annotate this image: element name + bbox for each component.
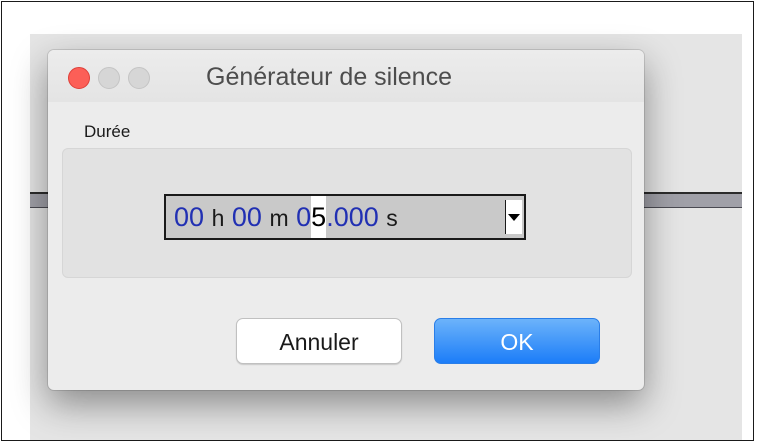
close-window-button[interactable] <box>68 67 90 89</box>
title-bar: Générateur de silence <box>48 50 644 102</box>
minutes-field[interactable]: 00 <box>232 196 262 238</box>
seconds-tens-digit[interactable]: 0 <box>296 196 311 238</box>
ok-button[interactable]: OK <box>434 318 600 364</box>
minutes-unit: m <box>269 205 289 231</box>
zoom-window-button[interactable] <box>128 67 150 89</box>
seconds-unit: s <box>386 205 398 231</box>
cancel-button[interactable]: Annuler <box>236 318 402 364</box>
seconds-fraction-field[interactable]: .000 <box>326 196 379 238</box>
silence-generator-dialog: Générateur de silence Durée 00 h 00 m 05… <box>48 50 644 390</box>
format-dropdown-arrow-icon[interactable] <box>505 200 522 234</box>
seconds-selected-digit[interactable]: 5 <box>311 196 327 238</box>
hours-unit: h <box>211 205 225 231</box>
window-title: Générateur de silence <box>206 63 452 91</box>
hours-field[interactable]: 00 <box>174 196 204 238</box>
duration-label: Durée <box>84 122 131 141</box>
duration-time-control[interactable]: 00 h 00 m 05.000 s <box>164 194 526 240</box>
minimize-window-button[interactable] <box>98 67 120 89</box>
screenshot-frame: Générateur de silence Durée 00 h 00 m 05… <box>1 1 754 441</box>
